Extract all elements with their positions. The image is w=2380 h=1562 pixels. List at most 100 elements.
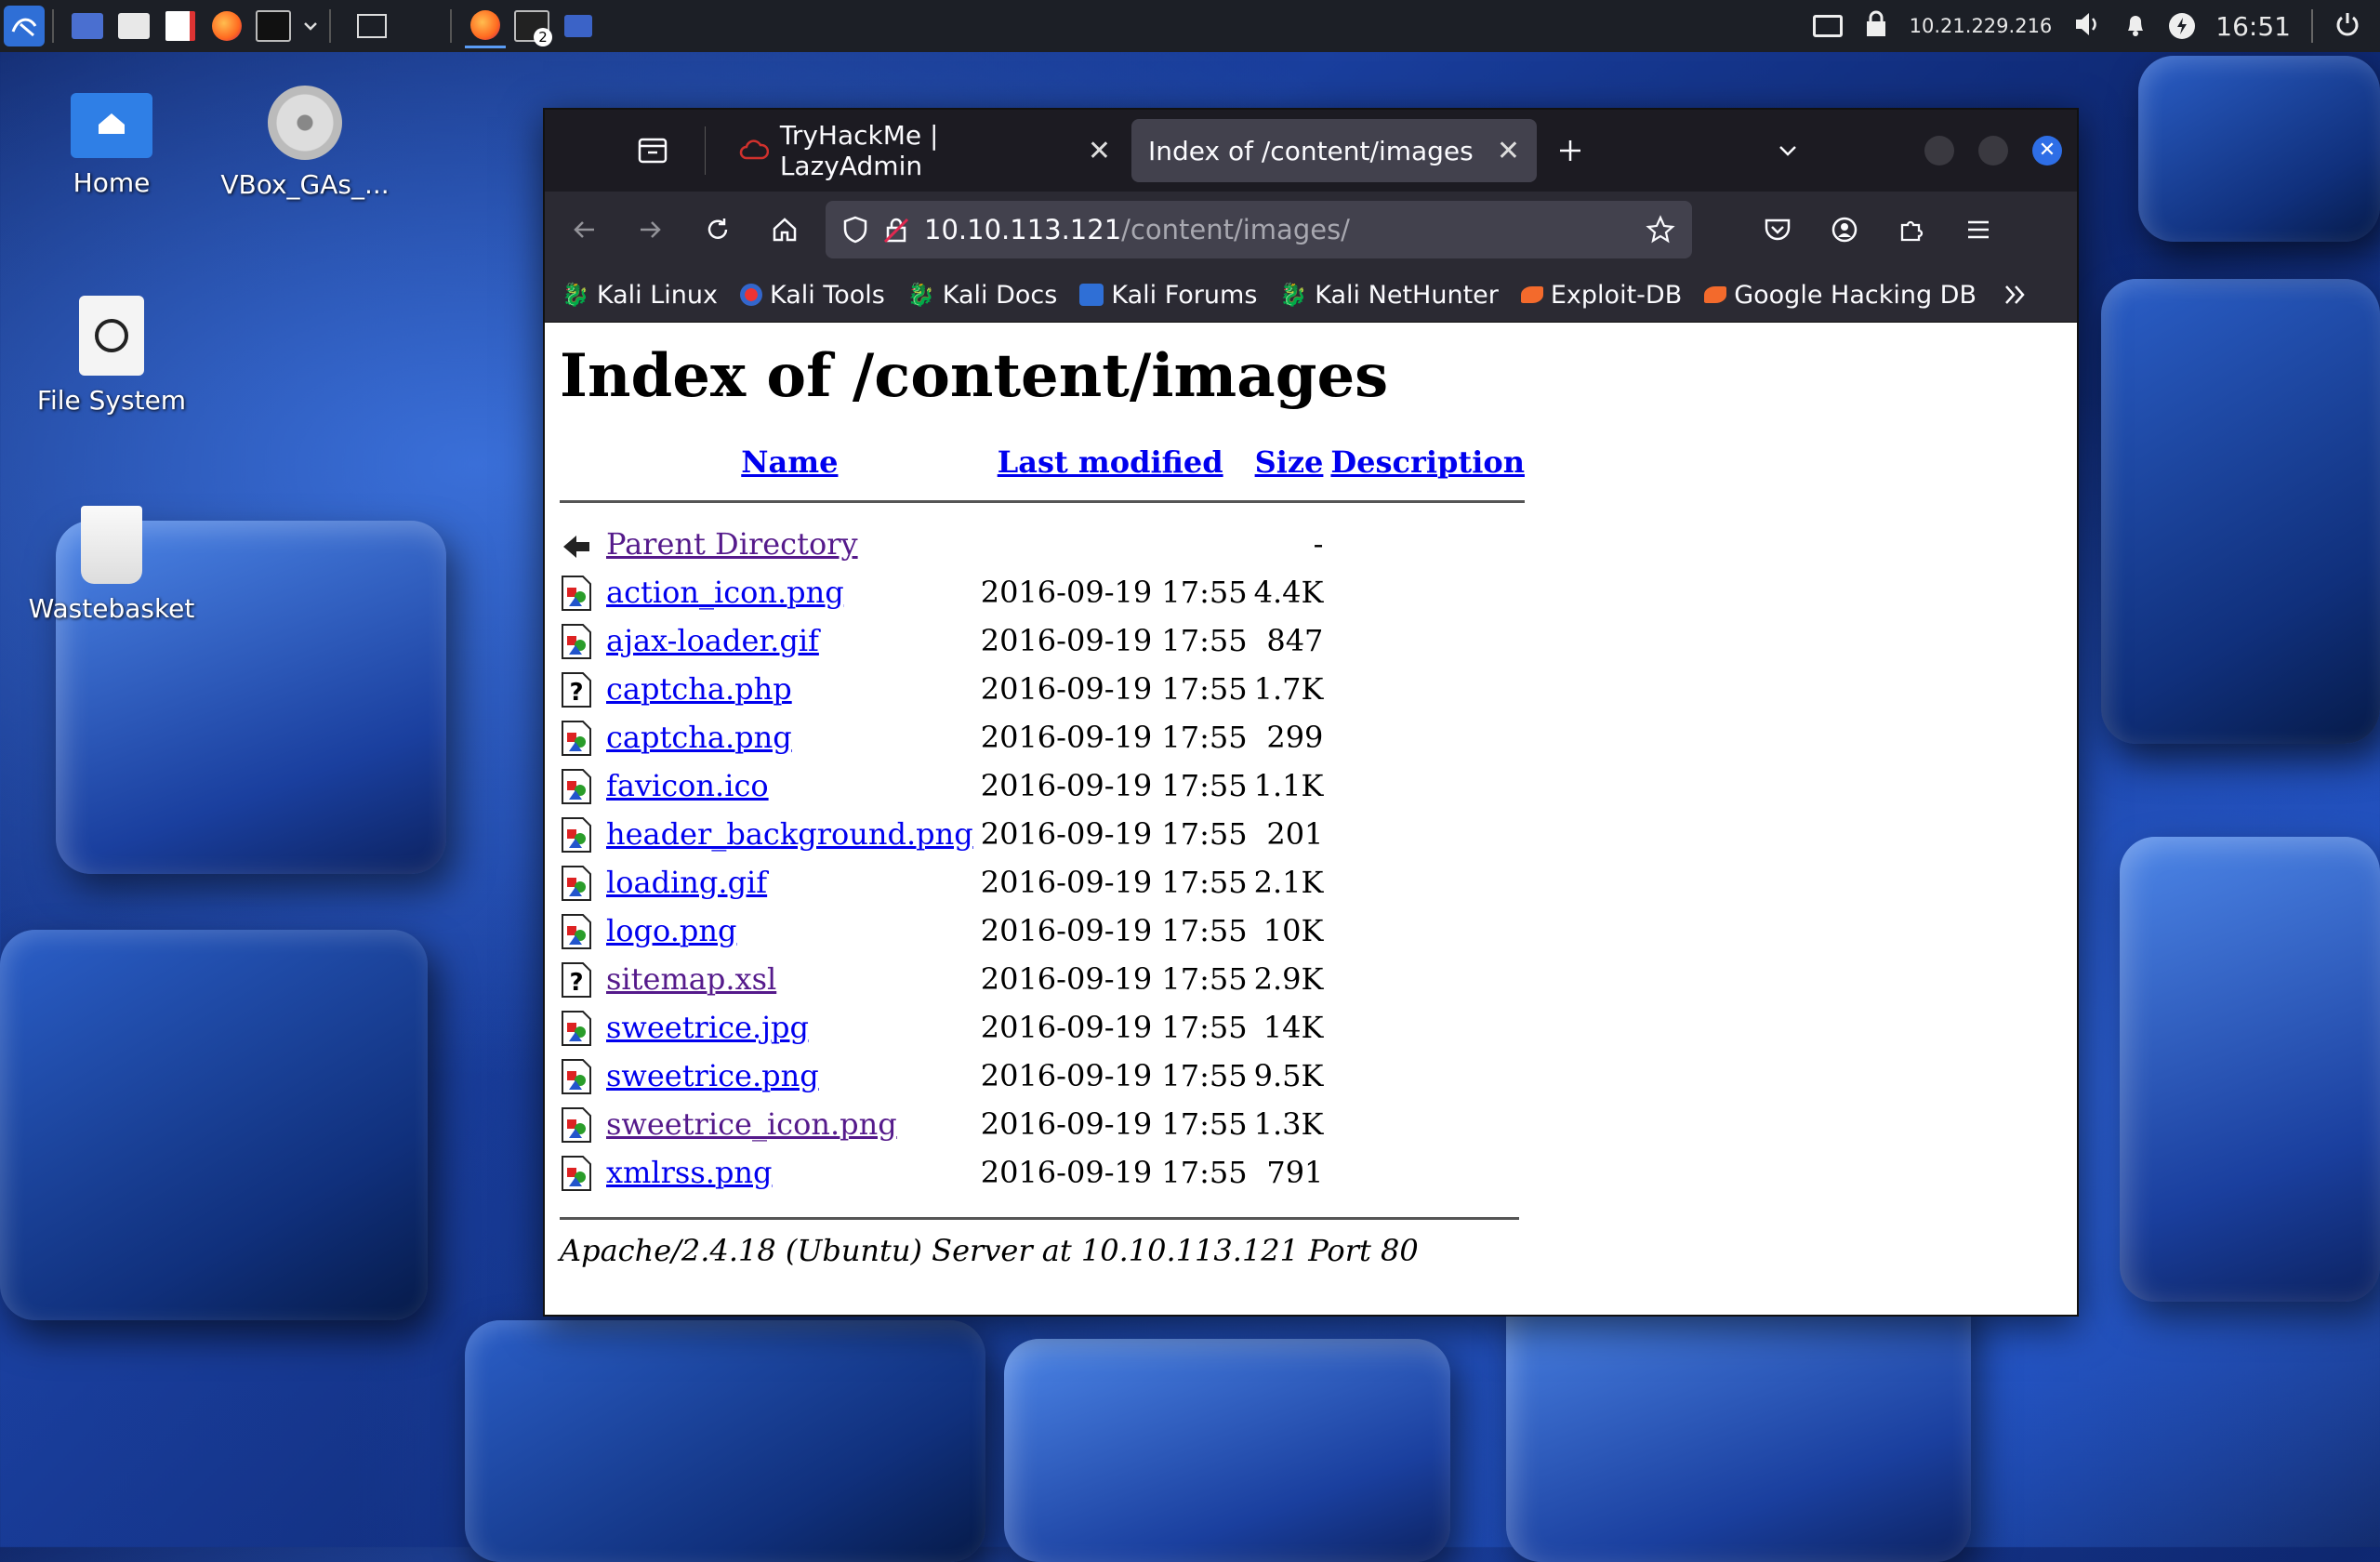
reload-icon[interactable] [692,204,744,256]
tab-index-of-content-images[interactable]: Index of /content/images ✕ [1131,119,1537,182]
text-editor-icon[interactable] [160,6,201,46]
bookmark-label: Kali Docs [942,280,1058,310]
file-link[interactable]: sweetrice_icon.png [606,1106,897,1142]
desktop-icon-wastebasket[interactable]: Wastebasket [19,506,205,624]
list-all-tabs-chevron-icon[interactable] [1762,125,1814,177]
file-modified: 2016-09-19 17:55 [980,575,1248,610]
power-battery-icon[interactable] [2169,13,2196,39]
taskbar-firefox-icon[interactable] [465,5,506,48]
bookmark-label: Kali NetHunter [1315,280,1499,310]
tracking-shield-icon[interactable] [842,216,868,244]
image-file-icon [560,1010,593,1047]
file-link[interactable]: header_background.png [606,816,973,852]
file-size: 2.1K [1253,865,1324,900]
hamburger-menu-icon[interactable] [1952,204,2004,256]
file-link[interactable]: xmlrss.png [606,1155,773,1190]
unknown-file-icon: ? [560,671,593,708]
more-bookmarks-chevron-icon[interactable] [2003,283,2029,307]
cloud-icon [739,139,769,160]
bookmark-exploit-db[interactable]: Exploit-DB [1520,281,1682,310]
panel-separator [2311,9,2313,43]
close-tab-icon[interactable]: ✕ [1497,135,1520,167]
kali-menu-icon[interactable] [4,6,45,46]
file-description [1323,618,1525,667]
file-link[interactable]: sweetrice.png [606,1058,819,1093]
bookmark-kali-linux[interactable]: 🐉 Kali Linux [562,281,718,310]
sort-by-name-link[interactable]: Name [741,444,838,480]
insecure-lock-icon[interactable] [883,216,909,244]
sort-by-modified-link[interactable]: Last modified [998,444,1223,480]
account-icon[interactable] [1818,204,1871,256]
file-link[interactable]: loading.gif [606,865,767,900]
file-link[interactable]: ajax-loader.gif [606,623,819,658]
file-link[interactable]: sweetrice.jpg [606,1010,809,1045]
file-link[interactable]: action_icon.png [606,575,844,610]
workspace-2-icon[interactable] [405,6,443,46]
parent-directory-link[interactable]: Parent Directory [606,526,858,562]
wallpaper-cube [2101,279,2380,744]
image-file-icon [560,1106,593,1144]
desktop-icon-home[interactable]: Home [19,93,205,198]
bookmark-kali-nethunter[interactable]: 🐉 Kali NetHunter [1279,281,1498,310]
bookmark-kali-docs[interactable]: 🐉 Kali Docs [907,281,1057,310]
panel-separator [450,9,452,43]
desktop-icon-label: File System [36,385,187,416]
minimize-button[interactable] [1924,136,1954,165]
workspace-1-icon[interactable] [344,6,400,46]
file-modified: 2016-09-19 17:55 [980,961,1248,997]
image-file-icon [560,768,593,805]
new-tab-button[interactable] [1544,125,1596,177]
close-window-button[interactable]: ✕ [2032,136,2062,165]
vpn-lock-icon[interactable] [1863,10,1889,42]
exploit-db-icon [1520,286,1543,303]
desktop-icon-vbox[interactable]: VBox_GAs_... [212,86,398,200]
image-file-icon [560,1155,593,1192]
file-size: 4.4K [1253,575,1324,610]
bookmark-kali-forums[interactable]: Kali Forums [1079,281,1257,310]
bookmark-star-icon[interactable] [1646,215,1675,245]
file-link[interactable]: sitemap.xsl [606,961,776,997]
bookmark-kali-tools[interactable]: Kali Tools [740,281,885,310]
terminal-launcher-icon[interactable] [253,6,294,46]
taskbar-terminal-icon[interactable]: 2 [511,6,552,46]
notification-bell-icon[interactable] [2122,10,2149,42]
file-modified: 2016-09-19 17:55 [980,1010,1248,1045]
url-bar[interactable]: 10.10.113.121/content/images/ [826,201,1692,258]
chevron-down-icon[interactable] [299,6,322,46]
file-manager-icon[interactable] [113,6,154,46]
file-link[interactable]: logo.png [606,913,736,948]
back-arrow-icon[interactable] [558,204,610,256]
display-icon[interactable] [1812,15,1843,37]
drive-icon [79,296,144,376]
maximize-button[interactable] [1978,136,2008,165]
pocket-icon[interactable] [1752,204,1804,256]
home-icon[interactable] [759,204,811,256]
firefox-view-icon[interactable] [627,125,679,177]
file-link[interactable]: favicon.ico [606,768,769,803]
bookmark-google-hacking-db[interactable]: Google Hacking DB [1704,281,1977,310]
file-link[interactable]: captcha.png [606,720,792,755]
tab-tryhackme[interactable]: TryHackMe | LazyAdmin ✕ [722,119,1128,182]
sort-by-size-link[interactable]: Size [1255,444,1324,480]
show-desktop-icon[interactable] [67,6,108,46]
taskbar-window-icon[interactable] [558,6,599,46]
volume-icon[interactable] [2072,10,2102,42]
clock[interactable]: 16:51 [2215,11,2291,42]
wallpaper-cube [2138,56,2380,242]
forward-arrow-icon[interactable] [625,204,677,256]
image-file-icon [560,1058,593,1095]
image-file-icon [560,720,593,757]
svg-text:?: ? [569,679,583,707]
desktop-icon-label: Wastebasket [28,593,195,624]
power-menu-icon[interactable] [2334,10,2361,42]
file-link[interactable]: captcha.php [606,671,792,707]
close-tab-icon[interactable]: ✕ [1088,135,1111,167]
extensions-puzzle-icon[interactable] [1885,204,1937,256]
desktop-icon-file-system[interactable]: File System [19,296,205,416]
sort-by-description-link[interactable]: Description [1330,444,1525,480]
kali-forums-icon [1079,284,1104,306]
desktop-icon-label: VBox_GAs_... [220,169,390,200]
tab-label: TryHackMe | LazyAdmin [779,120,939,181]
file-description [1323,522,1525,570]
firefox-launcher-icon[interactable] [206,6,247,46]
